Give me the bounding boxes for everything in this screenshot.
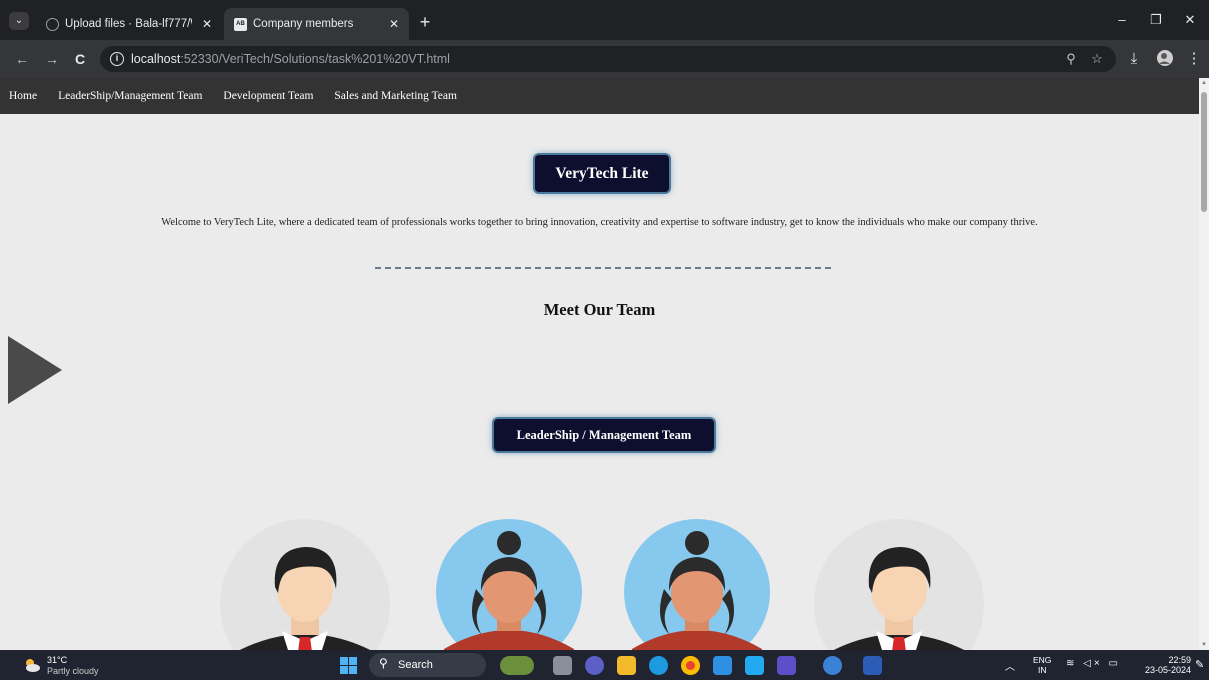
browser-tab-strip: ⌄ Upload files · Bala-lf777/Web-d ✕ AB C… [0,0,1209,40]
file-explorer-icon[interactable] [617,656,636,675]
weather-description[interactable]: Partly cloudy [47,666,99,676]
meet-our-team-heading: Meet Our Team [543,300,656,319]
back-icon[interactable]: ← [12,49,32,69]
team-member-avatar [220,519,390,650]
close-window-icon[interactable]: ✕ [1180,10,1200,30]
search-icon: ⚲ [379,656,388,670]
search-label: Search [398,659,433,671]
page-content: VeryTech Lite Welcome to VeryTech Lite, … [0,114,1199,650]
profile-avatar-icon[interactable] [1155,49,1175,69]
restore-icon[interactable]: ❐ [1146,10,1166,30]
forward-icon[interactable]: → [42,49,62,69]
clock-date: 23-05-2024 [1144,665,1191,675]
tab-company-members[interactable]: AB Company members ✕ [224,8,409,40]
url-host: localhost [131,52,181,66]
zoom-icon[interactable]: ⚲ [1062,50,1080,68]
url-text[interactable]: localhost:52330/VeriTech/Solutions/task%… [131,46,450,72]
nav-link-sales-marketing[interactable]: Sales and Marketing Team [334,90,457,102]
microsoft-store-icon[interactable] [713,656,732,675]
close-tab-icon[interactable]: ✕ [389,8,399,40]
colorful-app-icon[interactable] [823,656,842,675]
partly-cloudy-icon[interactable] [23,657,41,673]
turtle-widget-icon[interactable] [500,656,534,675]
leadership-team-heading: LeaderShip / Management Team [494,419,714,451]
show-hidden-icons-icon[interactable]: ︿ [1005,658,1015,673]
minimize-icon[interactable]: – [1112,10,1132,30]
url-path: :52330/VeriTech/Solutions/task%201%20VT.… [180,52,450,66]
browser-menu-icon[interactable]: ⋮ [1184,49,1204,69]
team-member-avatar [624,519,770,650]
scrollbar-thumb[interactable] [1201,92,1207,212]
tab-upload-files[interactable]: Upload files · Bala-lf777/Web-d ✕ [36,8,222,40]
nav-link-development[interactable]: Development Team [223,90,313,102]
taskbar-search[interactable]: ⚲ Search [369,653,486,677]
brand-title: VeryTech Lite [535,155,669,192]
new-tab-button[interactable]: + [416,8,434,36]
visual-studio-icon[interactable] [777,656,796,675]
scroll-down-icon[interactable]: ▼ [1199,640,1209,650]
windows-start-icon[interactable] [340,657,357,674]
tab-title: Company members [253,18,354,30]
clock-time: 22:59 [1168,655,1191,665]
chrome-icon[interactable] [681,656,700,675]
team-member-avatar [814,519,984,650]
play-arrow-icon[interactable] [8,336,62,404]
browser-toolbar: ← → C i localhost:52330/VeriTech/Solutio… [0,40,1209,78]
address-bar[interactable]: i localhost:52330/VeriTech/Solutions/tas… [100,46,1116,72]
nav-link-home[interactable]: Home [9,90,37,102]
page-favicon-icon: AB [234,18,247,31]
dashed-divider [375,267,831,269]
wifi-volume-battery-icons[interactable]: ≋ ◁× ▭ [1066,658,1121,669]
github-icon [46,18,59,31]
reload-icon[interactable]: C [70,49,90,69]
team-member-avatar [436,519,582,650]
teams-meet-icon[interactable] [585,656,604,675]
nav-link-leadership[interactable]: LeaderShip/Management Team [58,90,202,102]
site-navbar: Home LeaderShip/Management Team Developm… [0,78,1199,114]
site-info-icon[interactable]: i [110,52,124,66]
tab-title: Upload files · Bala-lf777/Web-d [65,18,192,30]
language-code: ENG [1033,655,1052,665]
scroll-up-icon[interactable]: ▲ [1199,78,1209,88]
vscode-icon[interactable] [745,656,764,675]
task-view-icon[interactable] [553,656,572,675]
close-tab-icon[interactable]: ✕ [202,8,212,40]
system-clock[interactable]: 22:59 23-05-2024 [1141,655,1191,675]
welcome-text: Welcome to VeryTech Lite, where a dedica… [161,217,1038,228]
bookmark-star-icon[interactable]: ☆ [1088,50,1106,68]
download-icon[interactable]: ⤓ [1124,49,1144,69]
weather-temperature[interactable]: 31°C [47,655,67,665]
windows-taskbar: 31°C Partly cloudy ⚲ Search ︿ ENG IN ≋ ◁… [0,650,1209,680]
page-scrollbar[interactable]: ▲ ▼ [1199,78,1209,650]
region-code: IN [1037,665,1047,675]
tab-search-button[interactable]: ⌄ [9,12,29,30]
notification-icon[interactable]: ✎ [1195,658,1204,671]
word-icon[interactable] [863,656,882,675]
language-indicator[interactable]: ENG IN [1033,655,1051,675]
edge-browser-icon[interactable] [649,656,668,675]
